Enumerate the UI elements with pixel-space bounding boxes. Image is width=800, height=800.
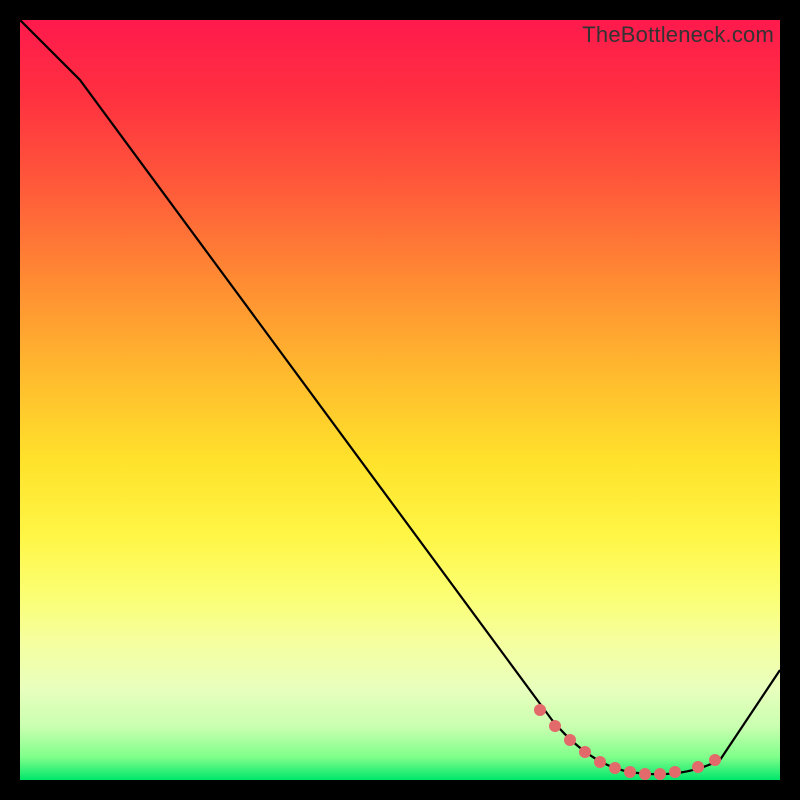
marker-group	[534, 704, 721, 780]
main-curve	[20, 20, 780, 774]
plot-area: TheBottleneck.com	[20, 20, 780, 780]
chart-frame: TheBottleneck.com	[0, 0, 800, 800]
curve-layer	[20, 20, 780, 780]
